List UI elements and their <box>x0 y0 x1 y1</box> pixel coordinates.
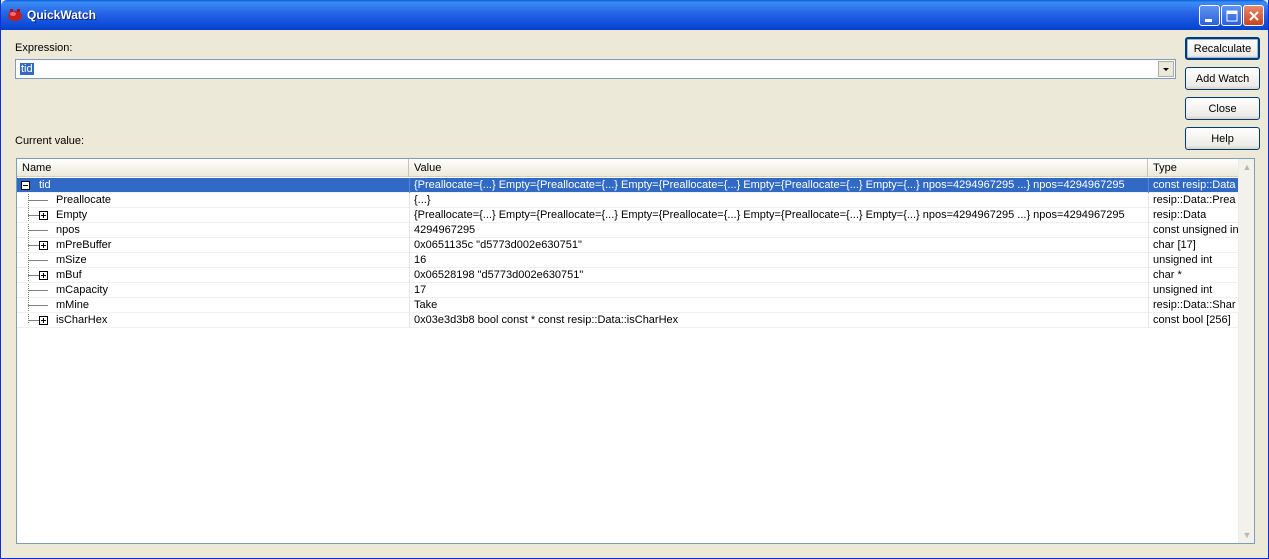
window-title: QuickWatch <box>27 8 96 22</box>
expression-combobox[interactable]: tid <box>15 59 1176 79</box>
row-value: 0x0651135c "d5773d002e630751" <box>409 238 1147 253</box>
row-type: resip::Data::Prea <box>1148 193 1238 208</box>
row-type: const unsigned in <box>1148 223 1238 238</box>
current-value-label: Current value: <box>15 135 85 147</box>
row-name: Empty <box>56 209 88 221</box>
row-type: resip::Data <box>1148 208 1238 223</box>
expression-label: Expression: <box>15 42 73 54</box>
close-window-button[interactable] <box>1243 5 1264 26</box>
tree-branch <box>28 305 48 306</box>
vertical-scrollbar[interactable]: ▲ ▼ <box>1238 159 1254 543</box>
row-value: 0x03e3d3b8 bool const * const resip::Dat… <box>409 313 1147 328</box>
watch-grid[interactable]: Name Value Type tid {Preallocate={...} E… <box>16 158 1255 544</box>
expression-value[interactable]: tid <box>20 63 34 75</box>
row-name: mCapacity <box>56 284 108 296</box>
row-value: 4294967295 <box>409 223 1147 238</box>
row-value: 16 <box>409 253 1147 268</box>
tree-branch <box>28 200 48 201</box>
app-icon <box>8 9 22 21</box>
dropdown-button[interactable] <box>1158 61 1174 77</box>
expand-toggle-icon[interactable] <box>39 211 48 220</box>
row-name: mBuf <box>56 269 82 281</box>
table-row[interactable]: mPreBuffer 0x0651135c "d5773d002e630751"… <box>17 238 1238 253</box>
table-row[interactable]: Empty {Preallocate={...} Empty={Prealloc… <box>17 208 1238 223</box>
row-name: isCharHex <box>56 314 108 326</box>
scroll-down-icon[interactable]: ▼ <box>1239 527 1254 543</box>
maximize-button[interactable] <box>1221 5 1242 26</box>
add-watch-button[interactable]: Add Watch <box>1185 67 1260 90</box>
collapse-toggle-icon[interactable] <box>21 181 30 190</box>
close-button[interactable]: Close <box>1185 97 1260 120</box>
expand-toggle-icon[interactable] <box>39 316 48 325</box>
close-icon <box>1249 11 1259 21</box>
minimize-button[interactable] <box>1199 5 1220 26</box>
title-bar[interactable]: QuickWatch <box>1 0 1268 30</box>
row-name: mMine <box>56 299 90 311</box>
tree-branch <box>28 275 39 276</box>
chevron-down-icon <box>1163 68 1169 71</box>
expand-toggle-icon[interactable] <box>39 241 48 250</box>
table-row[interactable]: isCharHex 0x03e3d3b8 bool const * const … <box>17 313 1238 328</box>
row-name: tid <box>39 179 51 191</box>
table-row[interactable]: mBuf 0x06528198 "d5773d002e630751" char … <box>17 268 1238 283</box>
tree-branch <box>28 320 39 321</box>
row-type: unsigned int <box>1148 253 1238 268</box>
maximize-icon <box>1226 10 1238 22</box>
recalculate-button[interactable]: Recalculate <box>1185 37 1260 60</box>
table-row[interactable]: mCapacity 17 unsigned int <box>17 283 1238 298</box>
table-row[interactable]: tid {Preallocate={...} Empty={Preallocat… <box>17 178 1238 193</box>
row-name: mPreBuffer <box>56 239 112 251</box>
help-button[interactable]: Help <box>1185 127 1260 150</box>
row-type: const resip::Data <box>1148 178 1238 193</box>
tree-branch <box>28 260 48 261</box>
tree-branch <box>28 245 39 246</box>
row-value: {...} <box>409 193 1147 208</box>
row-value: 0x06528198 "d5773d002e630751" <box>409 268 1147 283</box>
row-name: Preallocate <box>56 194 112 206</box>
row-type: const bool [256] <box>1148 313 1238 328</box>
row-value: {Preallocate={...} Empty={Preallocate={.… <box>409 178 1147 193</box>
tree-branch <box>28 215 39 216</box>
row-name: npos <box>56 224 80 236</box>
table-row[interactable]: npos 4294967295 const unsigned in <box>17 223 1238 238</box>
row-name: mSize <box>56 254 87 266</box>
row-type: char * <box>1148 268 1238 283</box>
grid-header: Name Value Type <box>17 159 1238 177</box>
tree-branch <box>28 230 48 231</box>
row-type: unsigned int <box>1148 283 1238 298</box>
minimize-icon <box>1205 19 1212 22</box>
column-header-value[interactable]: Value <box>409 159 1148 177</box>
table-row[interactable]: Preallocate {...} resip::Data::Prea <box>17 193 1238 208</box>
tree-branch <box>28 290 48 291</box>
table-row[interactable]: mSize 16 unsigned int <box>17 253 1238 268</box>
expand-toggle-icon[interactable] <box>39 271 48 280</box>
row-value: Take <box>409 298 1147 313</box>
quickwatch-window: QuickWatch Expression: tid Current value… <box>0 0 1269 559</box>
column-header-type[interactable]: Type <box>1148 159 1238 177</box>
row-value: 17 <box>409 283 1147 298</box>
row-type: char [17] <box>1148 238 1238 253</box>
table-row[interactable]: mMine Take resip::Data::Shar <box>17 298 1238 313</box>
row-type: resip::Data::Shar <box>1148 298 1238 313</box>
column-header-name[interactable]: Name <box>17 159 409 177</box>
row-value: {Preallocate={...} Empty={Preallocate={.… <box>409 208 1147 223</box>
scroll-up-icon[interactable]: ▲ <box>1239 159 1254 175</box>
